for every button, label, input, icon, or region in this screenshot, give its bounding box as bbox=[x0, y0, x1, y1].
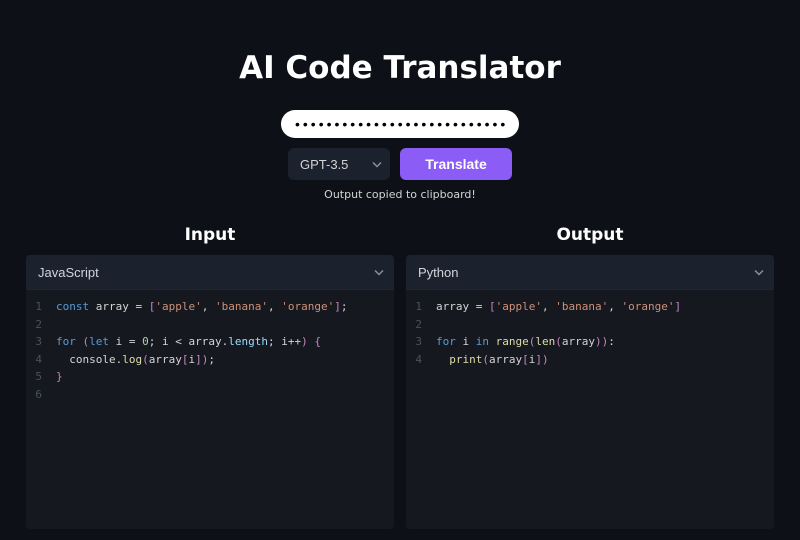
input-heading: Input bbox=[26, 225, 394, 245]
code-line: 5} bbox=[26, 368, 394, 386]
line-content: } bbox=[50, 368, 394, 386]
code-line: 6 bbox=[26, 386, 394, 404]
output-panel: Output Python 1array = ['apple', 'banana… bbox=[406, 225, 774, 529]
line-number: 1 bbox=[406, 298, 430, 316]
line-content: print(array[i]) bbox=[430, 351, 774, 369]
output-language-select[interactable]: Python bbox=[406, 255, 774, 289]
line-number: 3 bbox=[26, 333, 50, 351]
code-line: 3for (let i = 0; i < array.length; i++) … bbox=[26, 333, 394, 351]
line-number: 2 bbox=[406, 316, 430, 334]
output-heading: Output bbox=[406, 225, 774, 245]
code-line: 4 print(array[i]) bbox=[406, 351, 774, 369]
code-line: 4 console.log(array[i]); bbox=[26, 351, 394, 369]
line-content bbox=[50, 316, 394, 334]
line-content: console.log(array[i]); bbox=[50, 351, 394, 369]
line-content: for (let i = 0; i < array.length; i++) { bbox=[50, 333, 394, 351]
line-content bbox=[430, 316, 774, 334]
status-message: Output copied to clipboard! bbox=[324, 188, 476, 201]
code-line: 2 bbox=[406, 316, 774, 334]
line-number: 4 bbox=[406, 351, 430, 369]
line-content bbox=[50, 386, 394, 404]
input-panel: Input JavaScript 1const array = ['apple'… bbox=[26, 225, 394, 529]
input-language-select[interactable]: JavaScript bbox=[26, 255, 394, 289]
input-code-editor[interactable]: 1const array = ['apple', 'banana', 'oran… bbox=[26, 289, 394, 529]
line-content: const array = ['apple', 'banana', 'orang… bbox=[50, 298, 394, 316]
model-select[interactable]: GPT-3.5 bbox=[288, 148, 390, 180]
line-content: for i in range(len(array)): bbox=[430, 333, 774, 351]
code-line: 3for i in range(len(array)): bbox=[406, 333, 774, 351]
page-title: AI Code Translator bbox=[239, 50, 561, 86]
line-number: 2 bbox=[26, 316, 50, 334]
api-key-input[interactable] bbox=[281, 110, 519, 138]
line-number: 5 bbox=[26, 368, 50, 386]
code-line: 1array = ['apple', 'banana', 'orange'] bbox=[406, 298, 774, 316]
code-line: 1const array = ['apple', 'banana', 'oran… bbox=[26, 298, 394, 316]
line-number: 4 bbox=[26, 351, 50, 369]
line-number: 6 bbox=[26, 386, 50, 404]
line-number: 1 bbox=[26, 298, 50, 316]
output-code-editor[interactable]: 1array = ['apple', 'banana', 'orange']23… bbox=[406, 289, 774, 529]
line-number: 3 bbox=[406, 333, 430, 351]
code-line: 2 bbox=[26, 316, 394, 334]
line-content: array = ['apple', 'banana', 'orange'] bbox=[430, 298, 774, 316]
translate-button[interactable]: Translate bbox=[400, 148, 512, 180]
